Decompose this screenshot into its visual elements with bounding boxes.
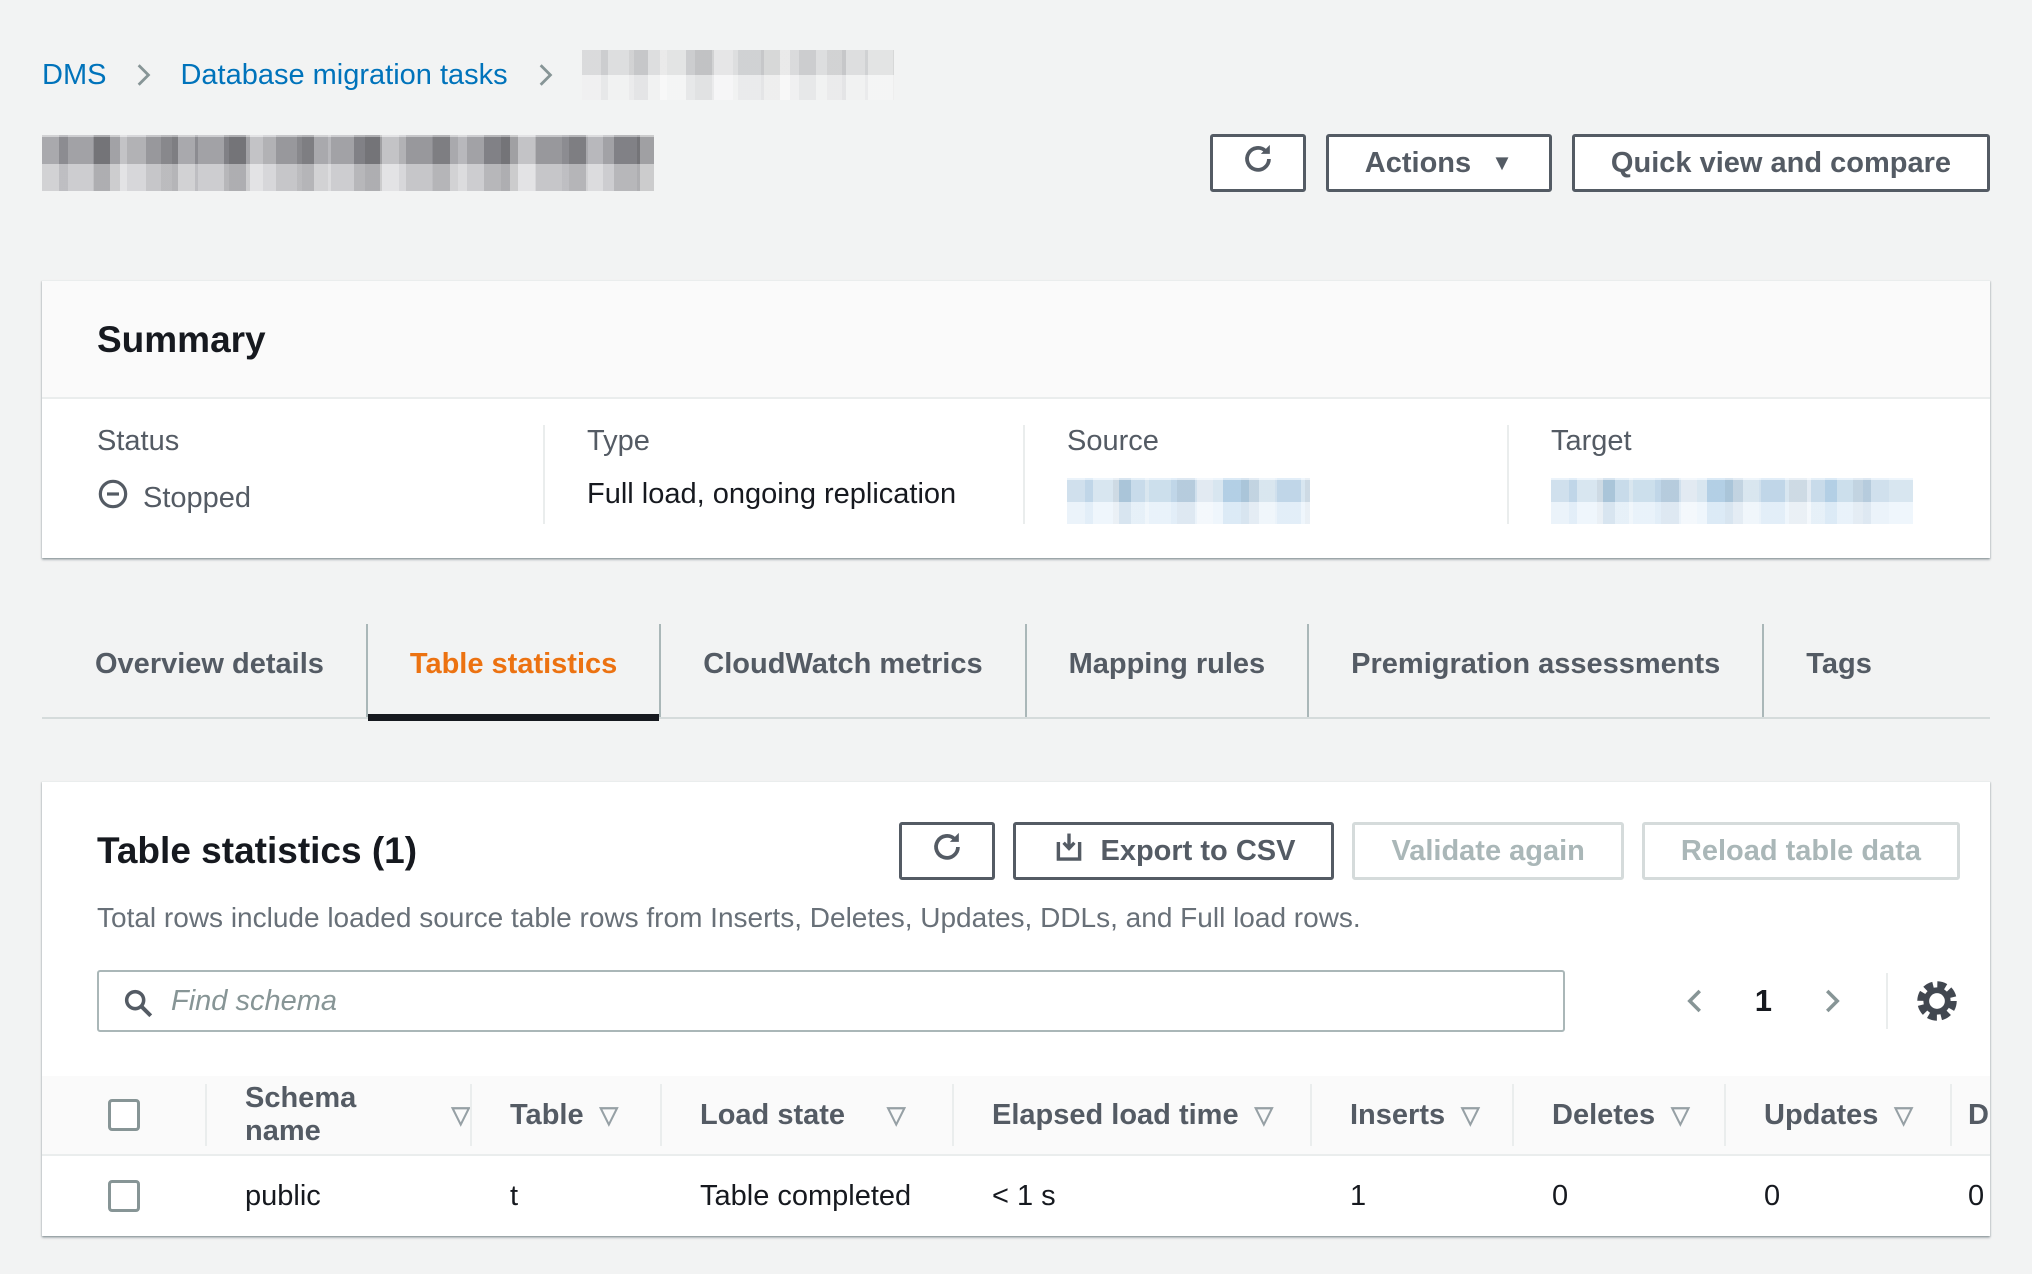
summary-field-source: Source [1023, 425, 1507, 524]
column-header: Inserts [1350, 1099, 1445, 1132]
task-tabs: Overview details Table statistics CloudW… [42, 624, 1990, 719]
next-page-icon[interactable] [1806, 986, 1856, 1016]
caret-down-icon: ▼ [1491, 150, 1513, 176]
source-link-redacted[interactable] [1067, 478, 1310, 524]
stopped-icon [97, 478, 129, 518]
column-header: Table [510, 1099, 584, 1132]
sort-icon[interactable]: ▽ [1671, 1101, 1689, 1130]
current-page-number[interactable]: 1 [1721, 983, 1806, 1019]
column-header: Elapsed load time [992, 1099, 1239, 1132]
summary-panel: Summary Status Stopped Type Full load, o… [42, 280, 1990, 558]
table-statistics-panel: Table statistics (1) Export to CSV Valid… [42, 781, 1990, 1236]
refresh-icon [1240, 141, 1276, 185]
sort-icon[interactable]: ▽ [1461, 1101, 1479, 1130]
cell-updates: 0 [1724, 1156, 1950, 1236]
table-statistics-description: Total rows include loaded source table r… [42, 880, 1990, 934]
breadcrumb-current-redacted [582, 50, 894, 100]
field-label: Status [97, 425, 543, 458]
field-label: Target [1551, 425, 1950, 458]
table-header-row: Schema name ▽ Table ▽ Load state ▽ Elapsed … [42, 1076, 1990, 1156]
table-statistics-table: Schema name ▽ Table ▽ Load state ▽ Elapsed … [42, 1076, 1990, 1236]
table-row: public t Table completed < 1 s 1 0 0 0 [42, 1156, 1990, 1236]
refresh-button[interactable] [1210, 134, 1306, 192]
type-value: Full load, ongoing replication [587, 478, 1023, 511]
tab-tags[interactable]: Tags [1762, 624, 1914, 717]
column-header: D [1968, 1099, 1989, 1132]
summary-field-type: Type Full load, ongoing replication [543, 425, 1023, 524]
summary-field-status: Status Stopped [42, 425, 543, 524]
dms-task-page: DMS Database migration tasks Actions ▼ Q… [0, 50, 2032, 1274]
quick-view-compare-button[interactable]: Quick view and compare [1572, 134, 1990, 192]
column-header: Updates [1764, 1099, 1878, 1132]
refresh-icon [929, 829, 965, 873]
column-header: Schema name [245, 1082, 436, 1148]
sort-icon[interactable]: ▽ [600, 1101, 618, 1130]
breadcrumb-link-tasks[interactable]: Database migration tasks [180, 59, 507, 92]
select-all-checkbox[interactable] [108, 1099, 140, 1131]
gear-icon[interactable] [1914, 978, 1960, 1024]
table-statistics-buttons: Export to CSV Validate again Reload tabl… [899, 822, 1960, 880]
table-statistics-header: Table statistics (1) Export to CSV Valid… [42, 782, 1990, 880]
tab-cloudwatch-metrics[interactable]: CloudWatch metrics [659, 624, 1024, 717]
field-label: Source [1067, 425, 1507, 458]
header-buttons: Actions ▼ Quick view and compare [1210, 134, 1990, 192]
pagination: 1 [1671, 973, 1960, 1029]
tab-mapping-rules[interactable]: Mapping rules [1025, 624, 1308, 717]
sort-icon[interactable]: ▽ [887, 1101, 905, 1130]
summary-body: Status Stopped Type Full load, ongoing r… [42, 399, 1990, 558]
reload-table-data-button[interactable]: Reload table data [1642, 822, 1960, 880]
schema-search [97, 970, 1565, 1032]
tab-premigration-assessments[interactable]: Premigration assessments [1307, 624, 1762, 717]
previous-page-icon[interactable] [1671, 986, 1721, 1016]
table-statistics-title: Table statistics (1) [97, 830, 417, 872]
page-header: Actions ▼ Quick view and compare [42, 134, 1990, 192]
cell-table: t [470, 1156, 660, 1236]
cell-elapsed-load-time: < 1 s [952, 1156, 1310, 1236]
export-csv-button[interactable]: Export to CSV [1013, 822, 1334, 880]
summary-title: Summary [97, 319, 266, 360]
cell-ddls: 0 [1950, 1156, 1990, 1236]
page-title-redacted [42, 135, 654, 191]
summary-field-target: Target [1507, 425, 1950, 524]
summary-header: Summary [42, 281, 1990, 399]
tab-overview-details[interactable]: Overview details [42, 624, 366, 717]
status-value: Stopped [143, 482, 251, 515]
sort-icon[interactable]: ▽ [1894, 1101, 1912, 1130]
breadcrumb-link-dms[interactable]: DMS [42, 59, 106, 92]
chevron-right-icon [532, 62, 558, 88]
cell-load-state: Table completed [660, 1156, 952, 1236]
toolbar-divider [1886, 973, 1888, 1029]
column-header: Load state [700, 1099, 845, 1132]
cell-deletes: 0 [1512, 1156, 1724, 1236]
tab-table-statistics[interactable]: Table statistics [366, 624, 659, 717]
download-icon [1052, 830, 1086, 872]
field-label: Type [587, 425, 1023, 458]
table-toolbar: 1 [42, 934, 1990, 1032]
actions-button[interactable]: Actions ▼ [1326, 134, 1552, 192]
cell-inserts: 1 [1310, 1156, 1512, 1236]
refresh-table-button[interactable] [899, 822, 995, 880]
target-link-redacted[interactable] [1551, 478, 1913, 524]
row-checkbox[interactable] [108, 1180, 140, 1212]
validate-again-button[interactable]: Validate again [1352, 822, 1623, 880]
sort-icon[interactable]: ▽ [452, 1101, 470, 1130]
search-input[interactable] [99, 972, 1563, 1030]
sort-icon[interactable]: ▽ [1255, 1101, 1273, 1130]
cell-schema-name: public [205, 1156, 470, 1236]
chevron-right-icon [130, 62, 156, 88]
breadcrumb: DMS Database migration tasks [42, 50, 1990, 100]
column-header: Deletes [1552, 1099, 1655, 1132]
